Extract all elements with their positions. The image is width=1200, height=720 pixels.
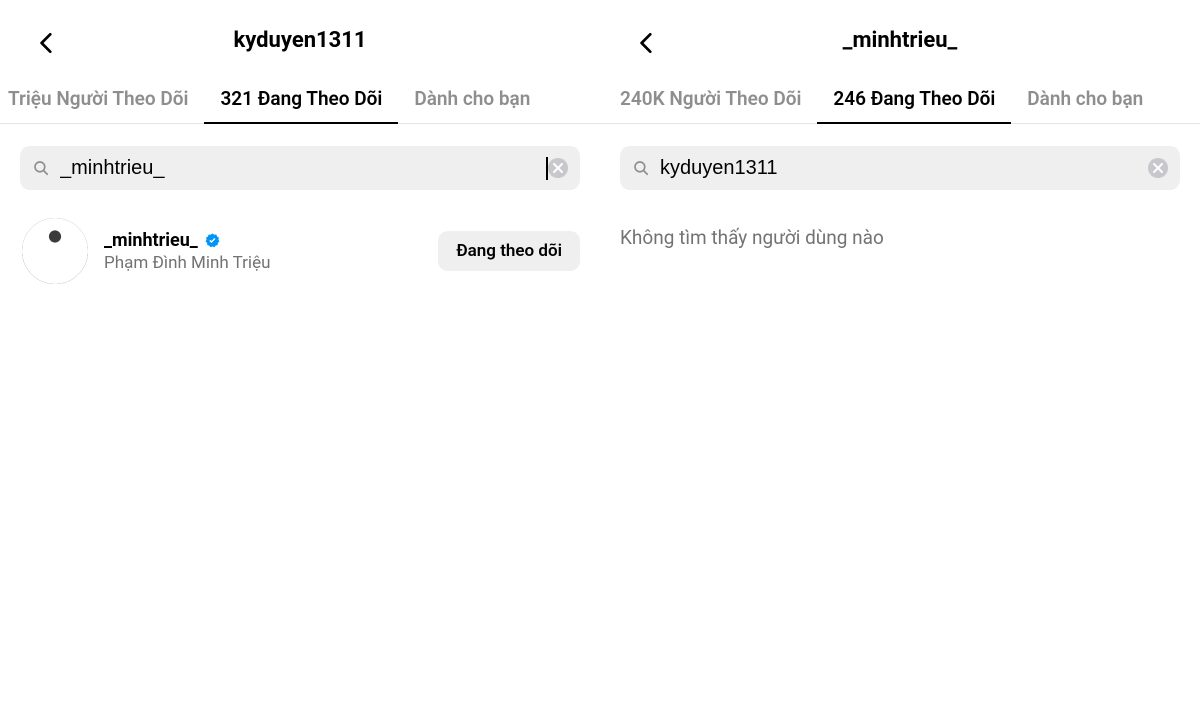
pane-right: _minhtrieu_ 240K Người Theo Dõi 246 Đang… — [600, 0, 1200, 720]
search-box[interactable] — [20, 146, 580, 190]
header: kyduyen1311 — [0, 28, 600, 73]
search-input[interactable] — [60, 157, 548, 180]
search-container — [0, 124, 600, 200]
tabs: 240K Người Theo Dõi 246 Đang Theo Dõi Dà… — [600, 73, 1200, 124]
tabs: Triệu Người Theo Dõi 321 Đang Theo Dõi D… — [0, 73, 600, 124]
empty-message: Không tìm thấy người dùng nào — [600, 200, 1200, 259]
fullname: Phạm Đình Minh Triệu — [104, 253, 438, 273]
chevron-left-icon — [634, 30, 660, 56]
close-icon — [553, 163, 563, 173]
clear-button[interactable] — [548, 158, 568, 178]
username: _minhtrieu_ — [104, 230, 198, 251]
search-icon — [632, 159, 650, 177]
user-meta: _minhtrieu_ Phạm Đình Minh Triệu — [104, 230, 438, 273]
page-title: _minhtrieu_ — [620, 28, 1180, 53]
back-button[interactable] — [634, 30, 660, 56]
back-button[interactable] — [34, 30, 60, 56]
list-item[interactable]: _minhtrieu_ Phạm Đình Minh Triệu Đang th… — [0, 200, 600, 294]
tab-following[interactable]: 246 Đang Theo Dõi — [817, 73, 1011, 124]
chevron-left-icon — [34, 30, 60, 56]
follow-button[interactable]: Đang theo dõi — [438, 231, 580, 271]
pane-left: kyduyen1311 Triệu Người Theo Dõi 321 Đan… — [0, 0, 600, 720]
page-title: kyduyen1311 — [20, 28, 580, 53]
close-icon — [1153, 163, 1163, 173]
header: _minhtrieu_ — [600, 28, 1200, 73]
avatar — [22, 218, 88, 284]
tab-foryou[interactable]: Dành cho bạn — [398, 73, 546, 123]
search-input[interactable] — [660, 157, 1148, 180]
search-icon — [32, 159, 50, 177]
search-box[interactable] — [620, 146, 1180, 190]
tab-following[interactable]: 321 Đang Theo Dõi — [204, 73, 398, 124]
tab-followers[interactable]: Triệu Người Theo Dõi — [2, 73, 204, 123]
tab-foryou[interactable]: Dành cho bạn — [1011, 73, 1159, 123]
verified-badge-icon — [204, 232, 221, 249]
tab-followers[interactable]: 240K Người Theo Dõi — [604, 73, 817, 123]
clear-button[interactable] — [1148, 158, 1168, 178]
search-container — [600, 124, 1200, 200]
